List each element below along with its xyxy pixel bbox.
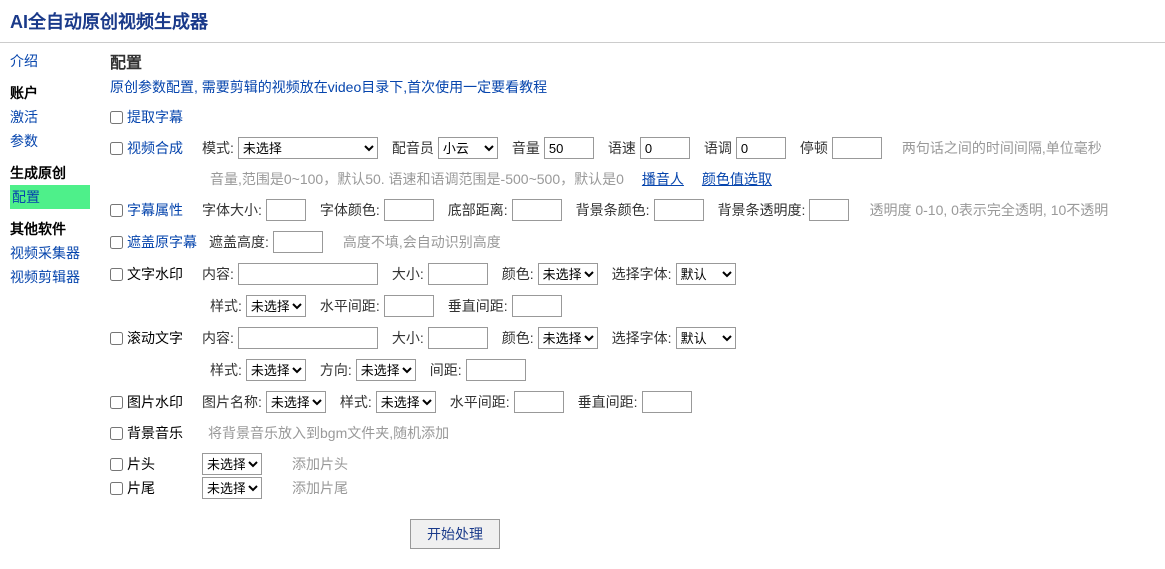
- volume-input[interactable]: [544, 137, 594, 159]
- volume-label: 音量: [512, 138, 540, 158]
- voicer-select[interactable]: 小云: [438, 137, 498, 159]
- mask-sub-checkbox[interactable]: 遮盖原字幕: [110, 232, 197, 252]
- scroll-text-input[interactable]: [110, 332, 123, 345]
- text-wm-size-input[interactable]: [428, 263, 488, 285]
- tail-select[interactable]: 未选择: [202, 477, 262, 499]
- head-checkbox[interactable]: 片头: [110, 454, 190, 474]
- scroll-font-select[interactable]: 默认: [676, 327, 736, 349]
- image-wm-checkbox[interactable]: 图片水印: [110, 392, 190, 412]
- pitch-label: 语调: [704, 138, 732, 158]
- tail-hint: 添加片尾: [292, 478, 348, 498]
- bgm-input[interactable]: [110, 427, 123, 440]
- text-wm-hspace-input[interactable]: [384, 295, 434, 317]
- text-wm-vspace-input[interactable]: [512, 295, 562, 317]
- speed-label: 语速: [608, 138, 636, 158]
- image-wm-vspace-input[interactable]: [642, 391, 692, 413]
- font-size-input[interactable]: [266, 199, 306, 221]
- tail-checkbox[interactable]: 片尾: [110, 478, 190, 498]
- scroll-direction-select[interactable]: 未选择: [356, 359, 416, 381]
- image-wm-hspace-input[interactable]: [514, 391, 564, 413]
- speed-input[interactable]: [640, 137, 690, 159]
- pause-hint: 两句话之间的时间间隔,单位毫秒: [902, 138, 1102, 158]
- pitch-input[interactable]: [736, 137, 786, 159]
- main-content: 配置 原创参数配置, 需要剪辑的视频放在video目录下,首次使用一定要看教程 …: [100, 43, 1165, 555]
- head-select[interactable]: 未选择: [202, 453, 262, 475]
- alpha-hint: 透明度 0-10, 0表示完全透明, 10不透明: [869, 200, 1108, 220]
- head-hint: 添加片头: [292, 454, 348, 474]
- font-attr-input[interactable]: [110, 204, 123, 217]
- text-wm-color-select[interactable]: 未选择: [538, 263, 598, 285]
- text-wm-checkbox[interactable]: 文字水印: [110, 264, 190, 284]
- bgm-hint: 将背景音乐放入到bgm文件夹,随机添加: [208, 423, 449, 443]
- range-hint: 音量,范围是0~100，默认50. 语速和语调范围是-500~500，默认是0: [210, 169, 624, 189]
- video-synth-input[interactable]: [110, 142, 123, 155]
- submit-button[interactable]: 开始处理: [410, 519, 500, 549]
- voicer-label: 配音员: [392, 138, 434, 158]
- mask-hint: 高度不填,会自动识别高度: [343, 232, 501, 252]
- page-subtitle: 原创参数配置, 需要剪辑的视频放在video目录下,首次使用一定要看教程: [110, 77, 1155, 97]
- image-wm-name-select[interactable]: 未选择: [266, 391, 326, 413]
- mask-sub-input[interactable]: [110, 236, 123, 249]
- head-input[interactable]: [110, 458, 123, 471]
- nav-section-generate: 生成原创: [10, 159, 90, 185]
- scroll-content-input[interactable]: [238, 327, 378, 349]
- app-title: AI全自动原创视频生成器: [10, 8, 1155, 34]
- scroll-gap-input[interactable]: [466, 359, 526, 381]
- pause-input[interactable]: [832, 137, 882, 159]
- mode-label: 模式:: [202, 138, 234, 158]
- scroll-size-input[interactable]: [428, 327, 488, 349]
- font-bgcolor-input[interactable]: [654, 199, 704, 221]
- scroll-color-select[interactable]: 未选择: [538, 327, 598, 349]
- scroll-style-select[interactable]: 未选择: [246, 359, 306, 381]
- nav-collector[interactable]: 视频采集器: [10, 241, 90, 265]
- nav-editor[interactable]: 视频剪辑器: [10, 265, 90, 289]
- image-wm-input[interactable]: [110, 396, 123, 409]
- page-title: 配置: [110, 49, 1155, 73]
- nav-intro[interactable]: 介绍: [10, 49, 90, 73]
- nav-section-account: 账户: [10, 79, 90, 105]
- link-color[interactable]: 颜色值选取: [702, 169, 772, 189]
- nav-activate[interactable]: 激活: [10, 105, 90, 129]
- text-wm-content-input[interactable]: [238, 263, 378, 285]
- image-wm-style-select[interactable]: 未选择: [376, 391, 436, 413]
- mask-height-input[interactable]: [273, 231, 323, 253]
- font-bottom-input[interactable]: [512, 199, 562, 221]
- font-bgalpha-input[interactable]: [809, 199, 849, 221]
- link-voicer[interactable]: 播音人: [642, 169, 684, 189]
- extract-subtitle-checkbox[interactable]: 提取字幕: [110, 107, 190, 127]
- nav-section-other: 其他软件: [10, 215, 90, 241]
- video-synth-checkbox[interactable]: 视频合成: [110, 138, 190, 158]
- text-wm-input[interactable]: [110, 268, 123, 281]
- scroll-text-checkbox[interactable]: 滚动文字: [110, 328, 190, 348]
- bgm-checkbox[interactable]: 背景音乐: [110, 423, 190, 443]
- tail-input[interactable]: [110, 482, 123, 495]
- font-color-input[interactable]: [384, 199, 434, 221]
- text-wm-style-select[interactable]: 未选择: [246, 295, 306, 317]
- nav-params[interactable]: 参数: [10, 129, 90, 153]
- extract-subtitle-input[interactable]: [110, 111, 123, 124]
- sidebar: 介绍 账户 激活 参数 生成原创 配置 其他软件 视频采集器 视频剪辑器: [0, 43, 100, 555]
- text-wm-font-select[interactable]: 默认: [676, 263, 736, 285]
- font-attr-checkbox[interactable]: 字幕属性: [110, 200, 190, 220]
- header: AI全自动原创视频生成器: [0, 0, 1165, 43]
- nav-config[interactable]: 配置: [10, 185, 90, 209]
- pause-label: 停顿: [800, 138, 828, 158]
- mode-select[interactable]: 未选择: [238, 137, 378, 159]
